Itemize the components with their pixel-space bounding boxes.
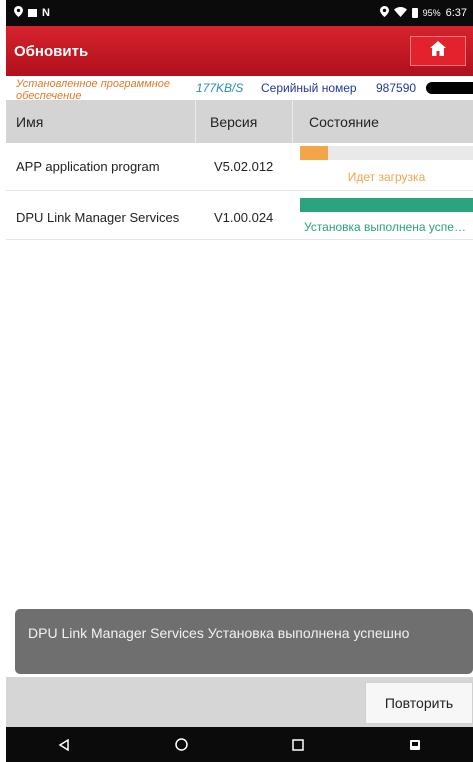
status-bar: N 95% 6:37 — [6, 0, 473, 26]
table-row: APP application program V5.02.012 Идет з… — [6, 143, 473, 191]
status-icons-left: N — [14, 6, 50, 20]
row-name: APP application program — [16, 159, 160, 174]
home-button[interactable] — [410, 36, 466, 66]
n-notification-icon: N — [42, 6, 50, 19]
row-name: DPU Link Manager Services — [16, 210, 180, 225]
battery-percent: 95% — [422, 8, 441, 18]
app-screen: N 95% 6:37 Обновить Установленное програ… — [0, 0, 473, 762]
title-bar: Обновить — [6, 26, 473, 76]
column-header-state: Состояние — [292, 100, 473, 143]
table-row: DPU Link Manager Services V1.00.024 Уста… — [6, 192, 473, 240]
bottom-action-bar: Повторить — [6, 677, 473, 727]
recents-icon[interactable] — [278, 727, 318, 762]
retry-button[interactable]: Повторить — [365, 682, 473, 724]
back-icon[interactable] — [44, 727, 84, 762]
progress-bar — [300, 198, 473, 212]
toast-message: DPU Link Manager Services Установка выпо… — [15, 609, 473, 674]
info-row: Установленное программное обеспечение 17… — [6, 76, 473, 100]
home-icon — [430, 41, 446, 61]
clock: 6:37 — [445, 7, 467, 19]
progress-fill — [300, 146, 328, 160]
status-icons-right: 95% 6:37 — [379, 6, 467, 20]
progress-bar — [300, 146, 473, 160]
wifi-icon — [393, 6, 407, 20]
navigation-bar — [6, 727, 473, 762]
home-circle-icon[interactable] — [161, 727, 201, 762]
column-header-version: Версия — [195, 100, 292, 143]
row-state: Установка выполнена успешно — [304, 220, 473, 234]
location-icon — [379, 6, 389, 20]
row-version: V5.02.012 — [214, 159, 274, 174]
location-icon — [14, 6, 23, 20]
installed-software-label: Установленное программное обеспечение — [16, 78, 171, 100]
gallery-notification-icon — [28, 9, 37, 17]
column-header-name: Имя — [16, 113, 44, 130]
screenshot-icon[interactable] — [395, 727, 435, 762]
progress-fill — [300, 198, 473, 212]
battery-icon — [411, 8, 418, 18]
row-state: Идет загрузка — [347, 170, 426, 184]
serial-number-label: Серийный номер — [261, 81, 357, 95]
page-title: Обновить — [14, 42, 89, 60]
table-header: Имя Версия Состояние — [6, 100, 473, 143]
download-speed: 177KB/S — [196, 81, 244, 95]
serial-number-value: 987590 — [376, 81, 417, 95]
serial-redaction — [426, 82, 473, 94]
row-version: V1.00.024 — [214, 210, 274, 225]
